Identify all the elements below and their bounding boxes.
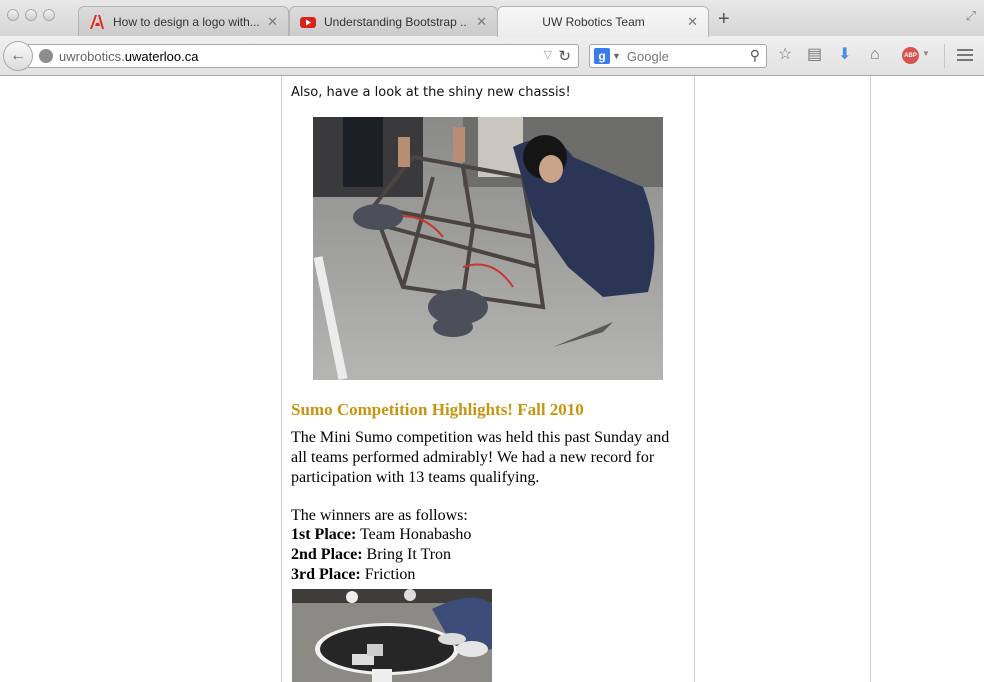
tab-uw-robotics[interactable]: UW Robotics Team ✕ bbox=[497, 6, 709, 37]
google-icon[interactable]: g bbox=[594, 48, 610, 64]
downloads-icon[interactable]: ⬇ bbox=[838, 46, 851, 64]
winner-line: 2nd Place: Bring It Tron bbox=[291, 546, 451, 564]
zoom-window-button[interactable] bbox=[43, 9, 55, 21]
menu-icon[interactable] bbox=[957, 49, 973, 64]
winners-intro: The winners are as follows: bbox=[291, 507, 468, 524]
toolbar-divider bbox=[944, 44, 945, 68]
bookmarks-menu-icon[interactable]: ▤ bbox=[807, 46, 822, 64]
tab-close-icon[interactable]: ✕ bbox=[476, 14, 487, 30]
fullscreen-icon[interactable]: ⤢ bbox=[966, 8, 976, 24]
column-divider bbox=[694, 76, 695, 682]
sumo-ring-photo bbox=[292, 589, 492, 682]
adblock-dropdown-icon[interactable]: ▼ bbox=[922, 49, 930, 58]
chassis-photo bbox=[313, 117, 663, 380]
column-divider bbox=[281, 76, 282, 682]
tab-title: UW Robotics Team bbox=[542, 15, 645, 29]
search-icon[interactable]: ⚲ bbox=[750, 47, 760, 64]
adblock-icon[interactable]: ABP bbox=[902, 47, 919, 64]
search-engine-dropdown-icon[interactable]: ▼ bbox=[612, 51, 621, 61]
bookmark-star-icon[interactable]: ☆ bbox=[778, 46, 792, 64]
winner-line: 1st Place: Team Honabasho bbox=[291, 526, 471, 544]
reload-icon[interactable]: ↻ bbox=[558, 47, 571, 65]
url-host: uwaterloo.ca bbox=[124, 48, 199, 64]
tab-close-icon[interactable]: ✕ bbox=[267, 14, 278, 30]
chassis-intro-text: Also, have a look at the shiny new chass… bbox=[291, 85, 571, 100]
url-prefix: uwrobotics. bbox=[59, 48, 125, 64]
search-placeholder: Google bbox=[626, 48, 669, 64]
winner-place: 2nd Place: bbox=[291, 546, 363, 563]
winner-team: Friction bbox=[360, 566, 416, 583]
search-bar[interactable]: g ▼ Google ⚲ bbox=[589, 44, 767, 68]
winner-team: Bring It Tron bbox=[362, 546, 452, 563]
tab-title: How to design a logo with... bbox=[113, 15, 260, 29]
adobe-icon bbox=[89, 14, 105, 30]
navigation-toolbar: ← uwrobotics. uwaterloo.ca ▽ ↻ g ▼ Google… bbox=[0, 36, 984, 76]
winner-place: 1st Place: bbox=[291, 526, 357, 543]
competition-paragraph: The Mini Sumo competition was held this … bbox=[291, 429, 670, 486]
globe-icon bbox=[39, 49, 53, 63]
url-bar[interactable]: uwrobotics. uwaterloo.ca ▽ ↻ bbox=[28, 44, 579, 68]
section-heading: Sumo Competition Highlights! Fall 2010 bbox=[291, 400, 584, 419]
tab-bar: How to design a logo with... ✕ Understan… bbox=[0, 0, 984, 37]
youtube-icon bbox=[300, 14, 316, 30]
url-history-dropdown-icon[interactable]: ▽ bbox=[544, 48, 552, 61]
winner-place: 3rd Place: bbox=[291, 566, 361, 583]
column-divider bbox=[870, 76, 871, 682]
back-button[interactable]: ← bbox=[3, 41, 33, 71]
close-window-button[interactable] bbox=[7, 9, 19, 21]
tab-title: Understanding Bootstrap ... bbox=[324, 15, 469, 29]
back-arrow-icon: ← bbox=[10, 47, 26, 64]
tab-logo-design[interactable]: How to design a logo with... ✕ bbox=[78, 6, 289, 37]
winner-line: 3rd Place: Friction bbox=[291, 566, 415, 584]
home-icon[interactable]: ⌂ bbox=[870, 46, 880, 64]
tab-close-icon[interactable]: ✕ bbox=[687, 14, 698, 30]
page-viewport[interactable]: Also, have a look at the shiny new chass… bbox=[0, 76, 984, 682]
minimize-window-button[interactable] bbox=[25, 9, 37, 21]
tab-bootstrap[interactable]: Understanding Bootstrap ... ✕ bbox=[289, 6, 498, 37]
winner-team: Team Honabasho bbox=[356, 526, 472, 543]
new-tab-button[interactable]: + bbox=[718, 9, 730, 29]
